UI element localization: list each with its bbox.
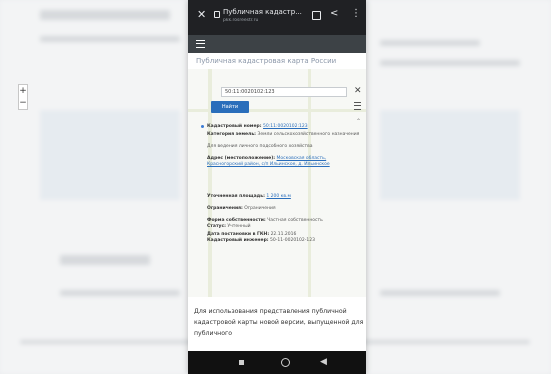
- info-row-address: Адрес (местоположение): Московская облас…: [207, 156, 330, 167]
- info-row-category: Категория земель: Земли сельскохозяйстве…: [207, 132, 360, 137]
- menu-icon[interactable]: [196, 40, 205, 48]
- find-button[interactable]: Найти: [211, 101, 249, 113]
- info-row-restrictions: Ограничения: Ограничения: [207, 206, 276, 211]
- more-vert-icon[interactable]: ⋮: [351, 8, 361, 20]
- zoom-out-button[interactable]: −: [19, 97, 27, 109]
- home-icon[interactable]: [281, 358, 290, 367]
- close-icon[interactable]: ✕: [197, 9, 206, 21]
- browser-toolbar: ✕ Публичная кадастр... pkk.rosreestr.ru …: [188, 0, 366, 35]
- page-title: Публичная кадастровая карта России: [196, 57, 337, 65]
- marker-icon: [201, 125, 204, 128]
- info-row-ownership: Форма собственности: Частная собственнос…: [207, 218, 323, 223]
- site-navbar: [188, 35, 366, 53]
- url-text[interactable]: pkk.rosreestr.ru: [223, 18, 305, 24]
- close-icon[interactable]: ✕: [354, 86, 362, 96]
- zoom-in-button[interactable]: +: [19, 85, 27, 97]
- share-icon[interactable]: <: [330, 8, 338, 20]
- lock-icon: [214, 11, 220, 18]
- info-row-engineer: Кадастровый инженер: 50-11-0020102-123: [207, 238, 315, 243]
- page-body-text: Для использования представления публично…: [194, 308, 364, 337]
- info-row-date: Дата постановки в ГКН: 22.11.2016: [207, 232, 297, 237]
- tab-title[interactable]: Публичная кадастр...: [223, 8, 305, 17]
- info-row-area: Уточненная площадь: 1 200 кв.м: [207, 194, 291, 199]
- recents-icon[interactable]: [239, 360, 244, 365]
- list-icon[interactable]: [354, 102, 361, 110]
- zoom-control: + −: [18, 84, 28, 110]
- tabs-icon[interactable]: [312, 11, 321, 20]
- info-row-kadastr: Кадастровый номер: 50:11:0020102:123: [201, 124, 363, 130]
- android-navbar: ◀: [188, 351, 366, 374]
- info-row-use: Для ведения личного подсобного хозяйства: [207, 144, 313, 149]
- cadastral-search-input[interactable]: 50:11:0020102:123: [221, 87, 347, 97]
- back-icon[interactable]: ◀: [320, 357, 327, 367]
- info-row-status: Статус: Учтенный: [207, 224, 251, 229]
